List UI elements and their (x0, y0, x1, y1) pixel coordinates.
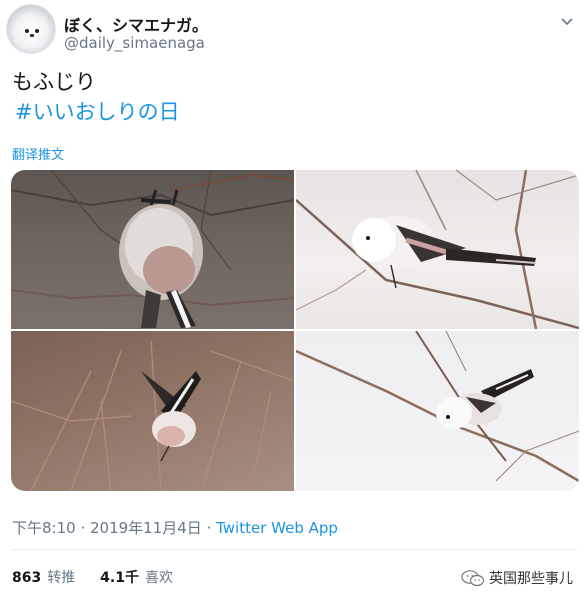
divider (11, 549, 577, 550)
avatar[interactable] (6, 4, 56, 54)
photo-4[interactable] (296, 331, 579, 491)
tweet-header: ぼく、シマエナガ。 @daily_simaenaga (6, 4, 576, 56)
watermark-text: 英国那些事儿 (489, 571, 573, 587)
display-name[interactable]: ぼく、シマエナガ。 (64, 12, 208, 36)
photo-2[interactable] (296, 170, 579, 329)
tweet-text: もふじり (12, 70, 96, 94)
bird-photo-4-icon (296, 331, 579, 483)
hashtag-link[interactable]: #いいおしりの日 (15, 96, 180, 126)
retweet-label[interactable]: 转推 (47, 570, 75, 586)
translate-tweet-link[interactable]: 翻译推文 (12, 144, 64, 163)
tweet-stats: 863 转推 4.1千 喜欢 (12, 567, 173, 587)
photo-grid: · (11, 170, 579, 491)
photo-1[interactable] (11, 170, 294, 329)
bird-photo-2-icon (296, 170, 579, 329)
like-count[interactable]: 4.1千 (100, 570, 139, 586)
tweet-time[interactable]: 下午8:10 · 2019年11月4日 · (12, 519, 216, 537)
bird-photo-1-icon (11, 170, 294, 328)
wechat-watermark: 英国那些事儿 (461, 568, 573, 588)
user-handle[interactable]: @daily_simaenaga (64, 34, 205, 52)
tweet-timestamp: 下午8:10 · 2019年11月4日 · Twitter Web App (12, 517, 338, 538)
like-label[interactable]: 喜欢 (145, 570, 173, 586)
wechat-icon (461, 569, 485, 586)
chevron-down-icon[interactable] (560, 14, 574, 28)
photo-3[interactable]: · (11, 331, 294, 491)
source-link[interactable]: Twitter Web App (216, 519, 338, 537)
bird-photo-3-icon (11, 340, 294, 491)
retweet-count[interactable]: 863 (12, 570, 41, 586)
